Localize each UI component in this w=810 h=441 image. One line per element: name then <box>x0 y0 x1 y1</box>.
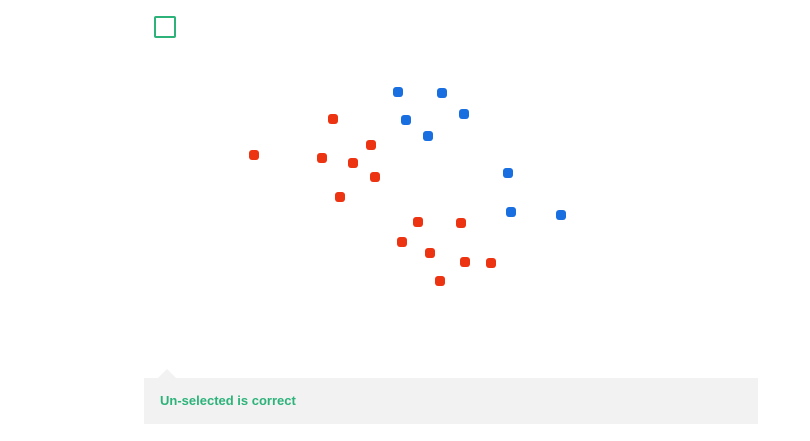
red-dot[interactable] <box>413 217 423 227</box>
red-dot[interactable] <box>370 172 380 182</box>
red-dot[interactable] <box>425 248 435 258</box>
red-dot[interactable] <box>249 150 259 160</box>
blue-dot[interactable] <box>423 131 433 141</box>
game-stage: Un-selected is correct <box>0 0 810 441</box>
red-dot[interactable] <box>317 153 327 163</box>
blue-dot[interactable] <box>401 115 411 125</box>
red-dot[interactable] <box>460 257 470 267</box>
blue-dot[interactable] <box>503 168 513 178</box>
blue-dot[interactable] <box>393 87 403 97</box>
blue-dot[interactable] <box>459 109 469 119</box>
feedback-panel: Un-selected is correct <box>144 378 758 424</box>
red-dot[interactable] <box>456 218 466 228</box>
red-dot[interactable] <box>486 258 496 268</box>
red-dot[interactable] <box>335 192 345 202</box>
red-dot[interactable] <box>435 276 445 286</box>
blue-dot[interactable] <box>556 210 566 220</box>
feedback-pointer <box>158 369 176 378</box>
dot-field <box>0 0 810 441</box>
blue-dot[interactable] <box>506 207 516 217</box>
feedback-message: Un-selected is correct <box>160 393 296 408</box>
red-dot[interactable] <box>366 140 376 150</box>
red-dot[interactable] <box>348 158 358 168</box>
red-dot[interactable] <box>397 237 407 247</box>
blue-dot[interactable] <box>437 88 447 98</box>
red-dot[interactable] <box>328 114 338 124</box>
